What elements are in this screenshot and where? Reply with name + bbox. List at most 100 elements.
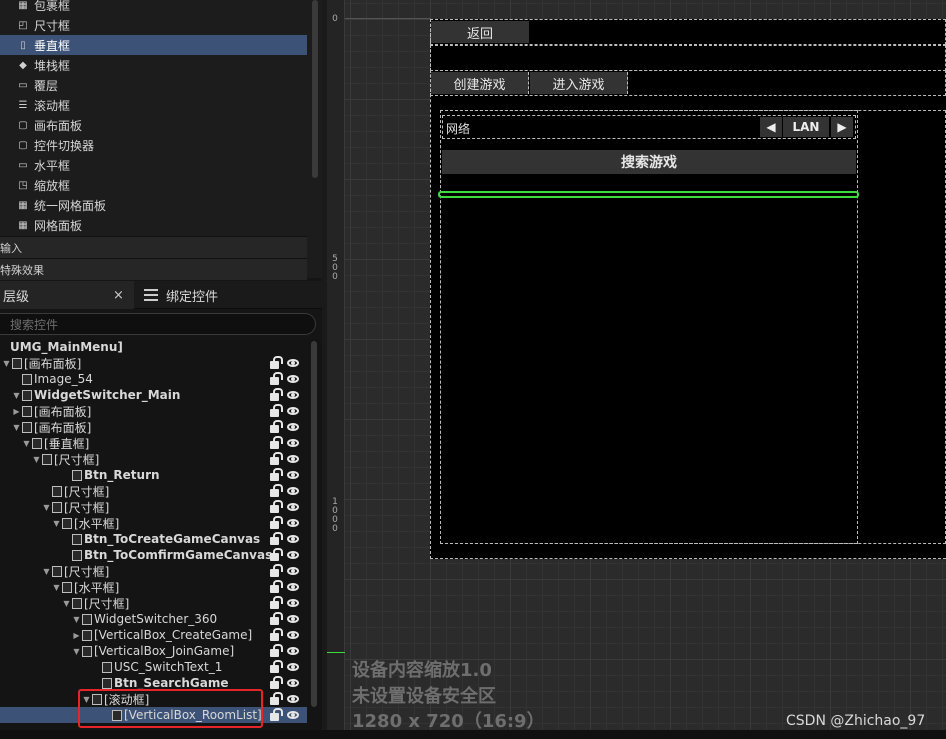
palette-item-uniform-grid[interactable]: ▦ 统一网格面板: [0, 195, 307, 215]
palette-item-wrap-box[interactable]: ▦ 包裹框: [0, 0, 307, 15]
lock-icon[interactable]: [270, 644, 283, 657]
palette-item-overlay[interactable]: ▭ 覆层: [0, 75, 307, 95]
expanded-arrow-icon[interactable]: ▼: [12, 391, 21, 400]
eye-icon[interactable]: [287, 439, 299, 447]
expanded-arrow-icon[interactable]: ▼: [12, 423, 21, 432]
eye-icon[interactable]: [287, 551, 299, 559]
lock-icon[interactable]: [270, 452, 283, 465]
tree-row[interactable]: ▼ [尺寸框]: [0, 451, 307, 467]
palette-item-scroll-box[interactable]: ☰ 滚动框: [0, 95, 307, 115]
eye-icon[interactable]: [287, 423, 299, 431]
collapsed-arrow-icon[interactable]: ▶: [12, 407, 21, 416]
tree-row[interactable]: ▼ [尺寸框]: [0, 563, 307, 579]
palette-item-scale-box[interactable]: ◳ 缩放框: [0, 175, 307, 195]
tree-row[interactable]: UMG_MainMenu]: [0, 339, 307, 355]
lock-icon[interactable]: [270, 356, 283, 369]
lock-icon[interactable]: [270, 580, 283, 593]
eye-icon[interactable]: [287, 455, 299, 463]
collapsed-arrow-icon[interactable]: ▶: [72, 631, 81, 640]
tree-row[interactable]: Btn_SearchGame: [0, 675, 307, 691]
lock-icon[interactable]: [270, 612, 283, 625]
eye-icon[interactable]: [287, 695, 299, 703]
expanded-arrow-icon[interactable]: ▼: [42, 567, 51, 576]
eye-icon[interactable]: [287, 599, 299, 607]
expanded-arrow-icon[interactable]: ▼: [72, 615, 81, 624]
palette-category[interactable]: 特殊效果: [0, 258, 307, 280]
prev-arrow-button[interactable]: ◀: [760, 117, 782, 137]
return-button[interactable]: 返回: [431, 21, 529, 43]
tree-row[interactable]: ▼ [尺寸框]: [0, 595, 307, 611]
room-list-selection-outline[interactable]: [438, 191, 859, 198]
expanded-arrow-icon[interactable]: ▼: [22, 439, 31, 448]
eye-icon[interactable]: [287, 711, 299, 719]
tab-close-button[interactable]: ×: [113, 281, 124, 309]
eye-icon[interactable]: [287, 615, 299, 623]
eye-icon[interactable]: [287, 663, 299, 671]
palette-item-widget-switcher[interactable]: ▢ 控件切换器: [0, 135, 307, 155]
eye-icon[interactable]: [287, 583, 299, 591]
expanded-arrow-icon[interactable]: ▼: [2, 359, 11, 368]
eye-icon[interactable]: [287, 407, 299, 415]
palette-item-canvas-panel[interactable]: ▢ 画布面板: [0, 115, 307, 135]
tree-row[interactable]: ▼ [VerticalBox_JoinGame]: [0, 643, 307, 659]
tree-row[interactable]: ▼ [画布面板]: [0, 355, 307, 371]
tree-row[interactable]: Btn_ToComfirmGameCanvas: [0, 547, 307, 563]
palette-category[interactable]: 输入: [0, 236, 307, 258]
lock-icon[interactable]: [270, 548, 283, 561]
lock-icon[interactable]: [270, 708, 283, 721]
network-switch[interactable]: 网络 ◀ LAN ▶: [442, 115, 856, 139]
eye-icon[interactable]: [287, 391, 299, 399]
eye-icon[interactable]: [287, 487, 299, 495]
tree-row[interactable]: ▼ [垂直框]: [0, 435, 307, 451]
eye-icon[interactable]: [287, 375, 299, 383]
lock-icon[interactable]: [270, 436, 283, 449]
eye-icon[interactable]: [287, 567, 299, 575]
tree-row[interactable]: ▶ [画布面板]: [0, 403, 307, 419]
tree-row[interactable]: ▼ [水平框]: [0, 515, 307, 531]
tree-row[interactable]: ▼ [水平框]: [0, 579, 307, 595]
lock-icon[interactable]: [270, 596, 283, 609]
lock-icon[interactable]: [270, 420, 283, 433]
palette-scrollbar[interactable]: [312, 0, 318, 178]
palette-item-size-box[interactable]: ◰ 尺寸框: [0, 15, 307, 35]
lock-icon[interactable]: [270, 500, 283, 513]
expanded-arrow-icon[interactable]: ▼: [82, 695, 91, 704]
lock-icon[interactable]: [270, 676, 283, 689]
expanded-arrow-icon[interactable]: ▼: [52, 583, 61, 592]
lock-icon[interactable]: [270, 532, 283, 545]
expanded-arrow-icon[interactable]: ▼: [32, 455, 41, 464]
eye-icon[interactable]: [287, 631, 299, 639]
lock-icon[interactable]: [270, 468, 283, 481]
tree-row[interactable]: ▼ [画布面板]: [0, 419, 307, 435]
tab-bind-widgets[interactable]: 绑定控件: [142, 281, 218, 309]
lock-icon[interactable]: [270, 628, 283, 641]
next-arrow-button[interactable]: ▶: [831, 117, 853, 137]
lock-icon[interactable]: [270, 516, 283, 529]
lock-icon[interactable]: [270, 372, 283, 385]
tree-scrollbar[interactable]: [311, 341, 317, 707]
expanded-arrow-icon[interactable]: ▼: [62, 599, 71, 608]
lock-icon[interactable]: [270, 564, 283, 577]
palette-item-stack-box[interactable]: ◆ 堆栈框: [0, 55, 307, 75]
tree-row[interactable]: ▼ [尺寸框]: [0, 499, 307, 515]
eye-icon[interactable]: [287, 647, 299, 655]
lock-icon[interactable]: [270, 660, 283, 673]
lock-icon[interactable]: [270, 692, 283, 705]
palette-item-grid-panel[interactable]: ▦ 网格面板: [0, 215, 307, 235]
tree-row[interactable]: Btn_ToCreateGameCanvas: [0, 531, 307, 547]
search-game-button[interactable]: 搜索游戏: [442, 150, 856, 174]
tree-row[interactable]: [VerticalBox_RoomList]: [0, 707, 307, 723]
lock-icon[interactable]: [270, 404, 283, 417]
tree-row[interactable]: Btn_Return: [0, 467, 307, 483]
palette-item-vertical-box[interactable]: ▯ 垂直框: [0, 35, 307, 55]
join-game-button[interactable]: 进入游戏: [530, 72, 628, 94]
expanded-arrow-icon[interactable]: ▼: [72, 647, 81, 656]
tree-row[interactable]: ▶ [VerticalBox_CreateGame]: [0, 627, 307, 643]
tree-row[interactable]: ▼ WidgetSwitcher_360: [0, 611, 307, 627]
eye-icon[interactable]: [287, 519, 299, 527]
expanded-arrow-icon[interactable]: ▼: [42, 503, 51, 512]
lock-icon[interactable]: [270, 388, 283, 401]
create-game-button[interactable]: 创建游戏: [431, 72, 529, 94]
eye-icon[interactable]: [287, 471, 299, 479]
eye-icon[interactable]: [287, 535, 299, 543]
